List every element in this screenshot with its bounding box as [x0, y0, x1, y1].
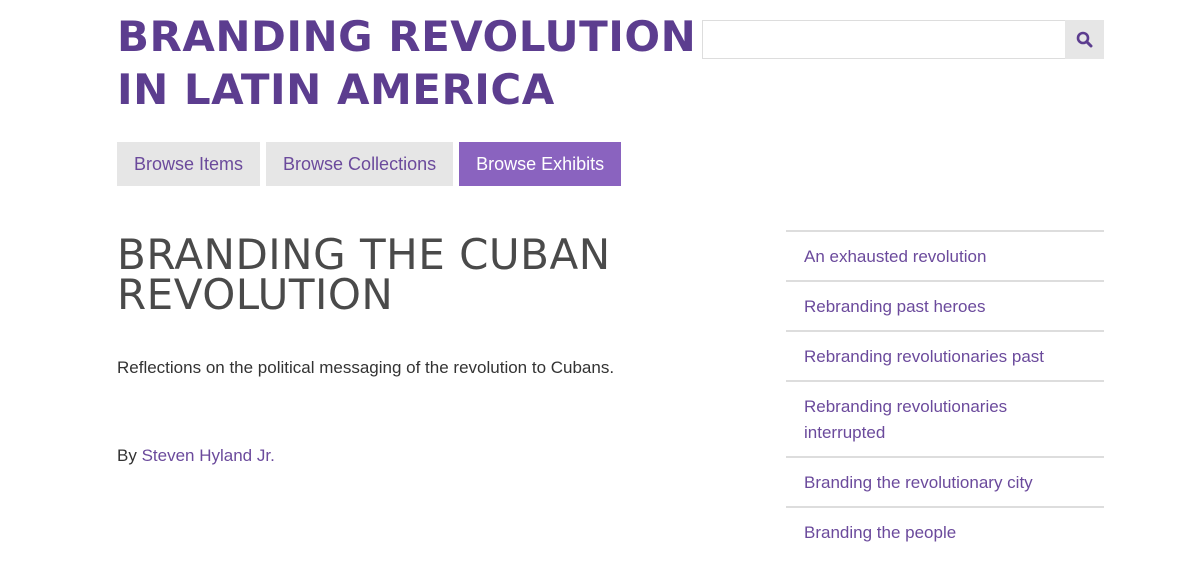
exhibit-nav-item: Rebranding revolutionaries past — [786, 332, 1104, 382]
author-link[interactable]: Steven Hyland Jr. — [142, 446, 275, 465]
search-input[interactable] — [702, 20, 1065, 59]
search-form — [702, 20, 1104, 59]
exhibit-nav-item: Branding the revolutionary city — [786, 458, 1104, 508]
credits-prefix: By — [117, 446, 142, 465]
exhibit-nav-item: Branding the people — [786, 508, 1104, 556]
exhibit-page-link[interactable]: Rebranding revolutionaries interrupted — [804, 394, 1086, 446]
nav-browse-collections[interactable]: Browse Collections — [266, 142, 454, 186]
page: BRANDING REVOLUTION IN LATIN AMERICA Bro… — [0, 0, 1200, 562]
exhibit-nav-item: An exhausted revolution — [786, 232, 1104, 282]
exhibit-page-nav: An exhausted revolution Rebranding past … — [786, 230, 1104, 556]
search-button[interactable] — [1065, 20, 1104, 59]
nav-browse-items[interactable]: Browse Items — [117, 142, 261, 186]
exhibit-page-link[interactable]: Branding the revolutionary city — [804, 470, 1086, 496]
exhibit-page-link[interactable]: An exhausted revolution — [804, 244, 1086, 270]
exhibit-page-link[interactable]: Rebranding revolutionaries past — [804, 344, 1086, 370]
exhibit-nav-item: Rebranding past heroes — [786, 282, 1104, 332]
exhibit-description: Reflections on the political messaging o… — [117, 358, 615, 377]
exhibit-page-link[interactable]: Rebranding past heroes — [804, 294, 1086, 320]
exhibit-nav-item: Rebranding revolutionaries interrupted — [786, 382, 1104, 458]
exhibit-page-link[interactable]: Branding the people — [804, 520, 1086, 546]
site-title[interactable]: BRANDING REVOLUTION IN LATIN AMERICA — [117, 10, 697, 116]
exhibit-title: BRANDING THE CUBAN REVOLUTION — [117, 230, 611, 319]
nav-browse-exhibits[interactable]: Browse Exhibits — [459, 142, 622, 186]
exhibit-credits: By Steven Hyland Jr. — [117, 444, 275, 468]
search-icon — [1076, 31, 1093, 48]
main-navigation: Browse Items Browse Collections Browse E… — [117, 142, 622, 186]
